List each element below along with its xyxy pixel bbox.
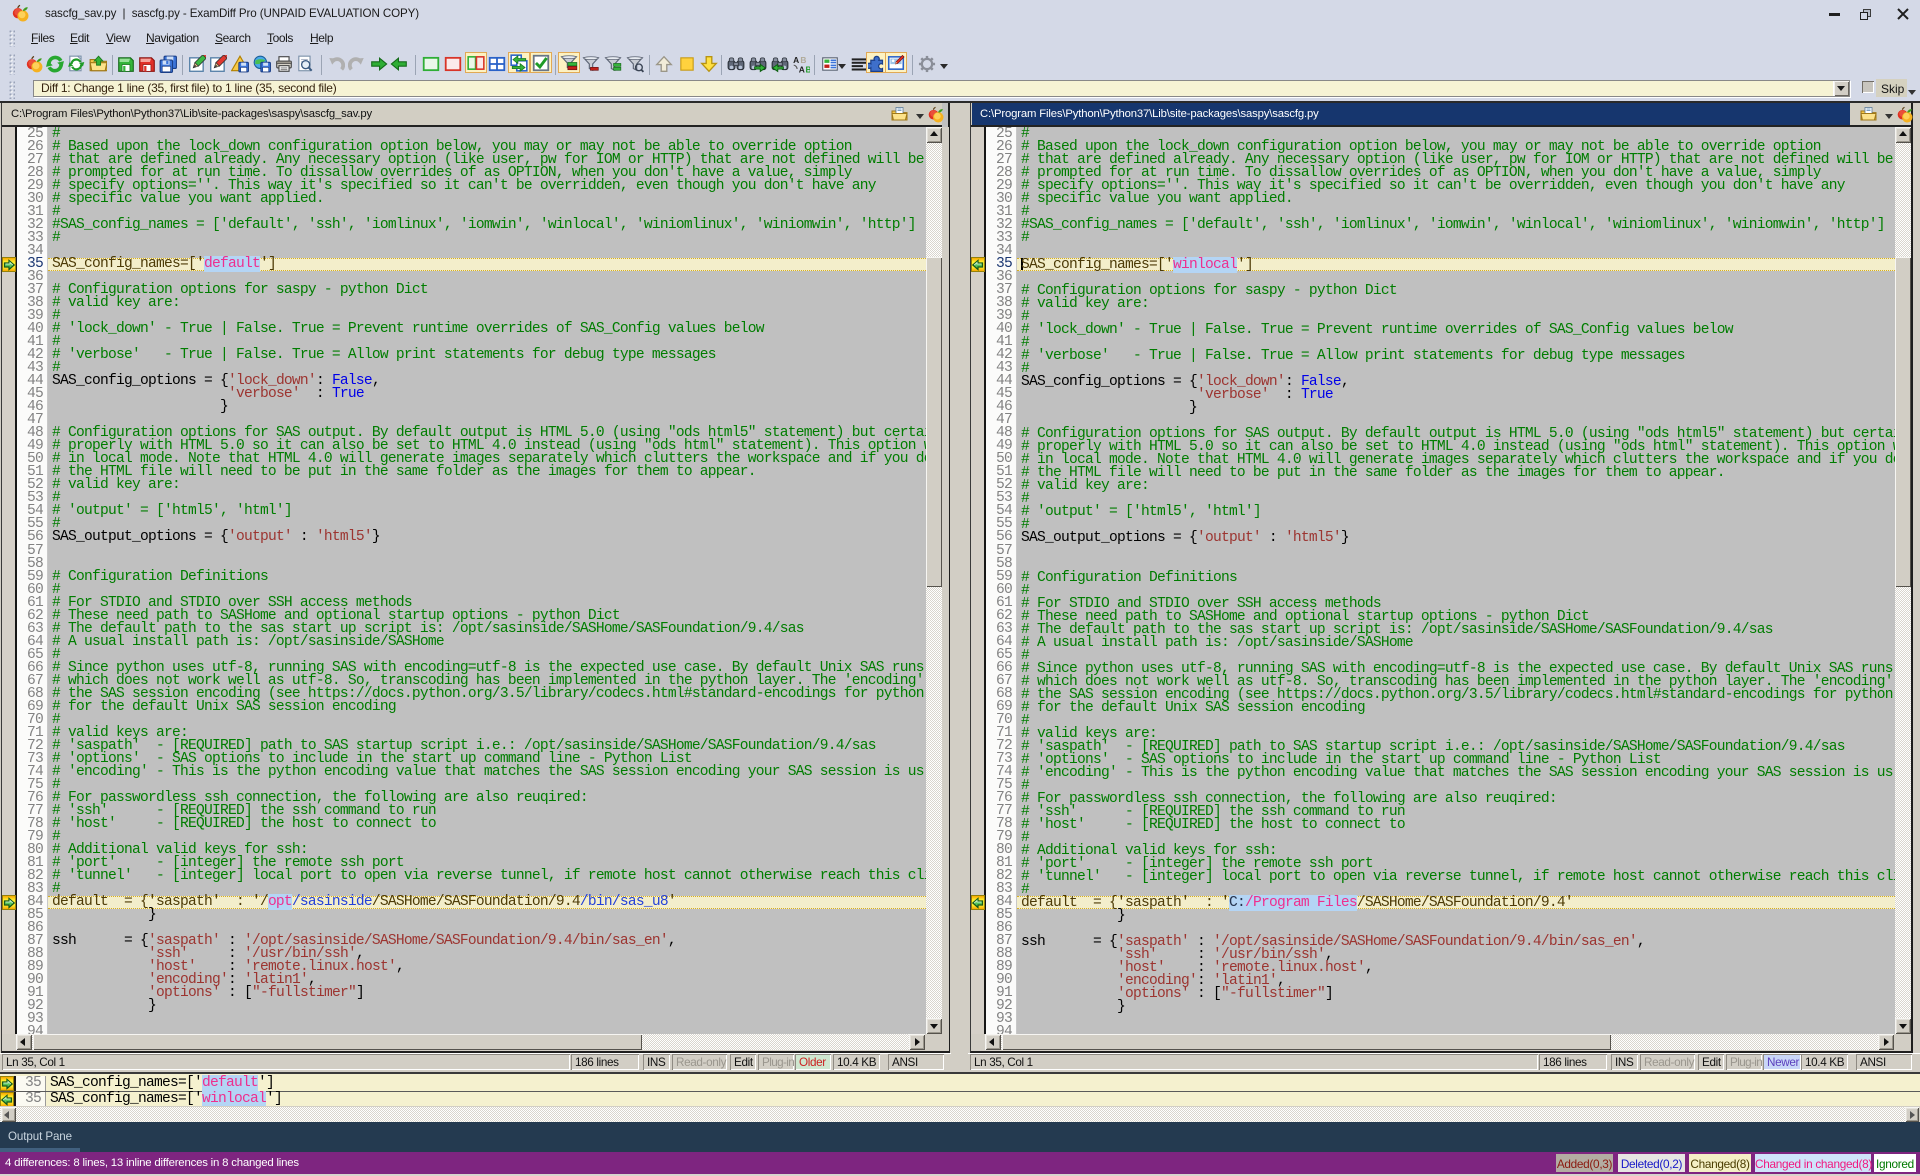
svg-text:A: A: [799, 64, 805, 73]
svg-text:B: B: [805, 64, 809, 73]
